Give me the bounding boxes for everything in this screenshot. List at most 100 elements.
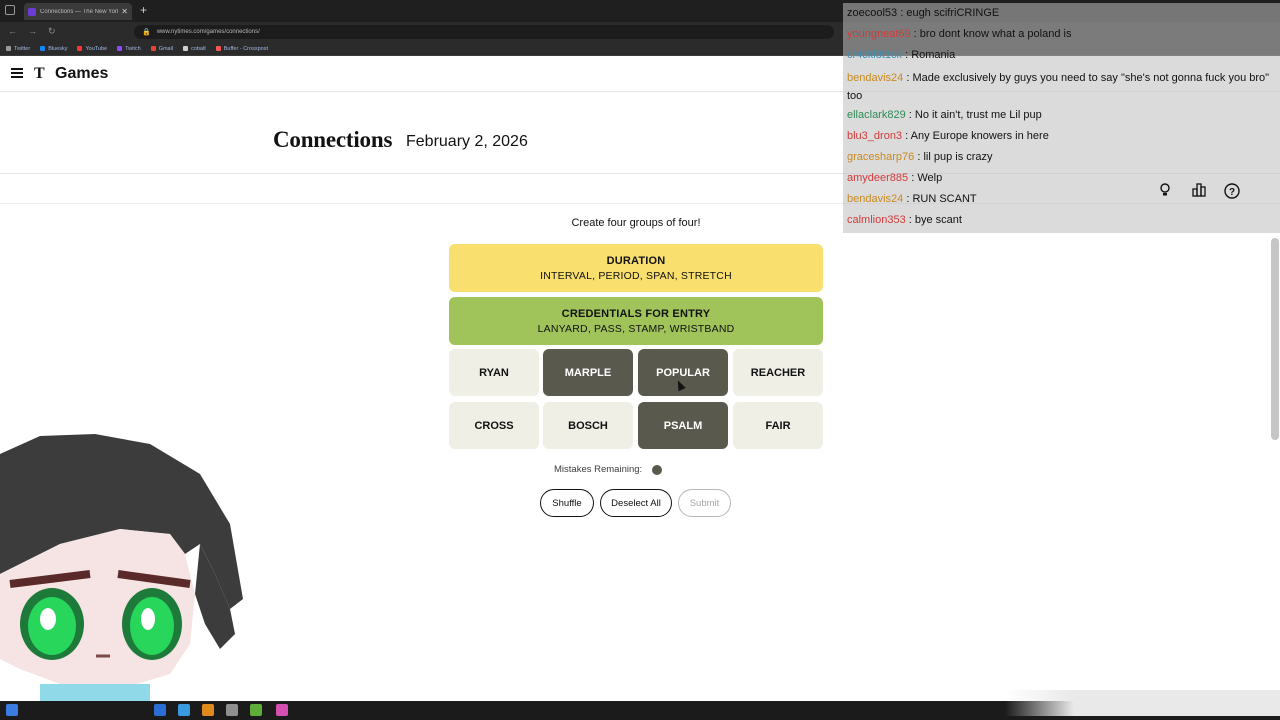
deselect-all-button[interactable]: Deselect All [600,489,672,517]
chat-username[interactable]: zoecool53 [847,7,897,19]
bookmark-favicon-icon [215,46,221,51]
bookmark-favicon-icon [77,46,83,51]
chat-separator: : [905,109,915,121]
help-icon[interactable]: ? [1224,183,1240,202]
menu-icon[interactable] [11,68,23,78]
chat-message: blu3_dron3 : Any Europe knowers in here [847,130,1049,142]
chat-text: RUN SCANT [912,193,977,205]
bookmark-favicon-icon [117,46,123,51]
chat-username[interactable]: cr4ckl3t1ck [847,49,902,61]
chat-username[interactable]: amydeer885 [847,172,908,184]
chat-username[interactable]: bendavis24 [847,193,903,205]
word-tile[interactable]: RYAN [449,349,539,396]
bookmark-label: Bluesky [48,45,68,52]
bookmark-label: cobalt [191,45,206,52]
shuffle-button[interactable]: Shuffle [540,489,594,517]
chat-separator: : [902,130,911,142]
instructions: Create four groups of four! [571,217,701,229]
chat-message: ellaclark829 : No it ain't, trust me Lil… [847,109,1042,121]
browser-tab[interactable]: Connections — The New York ✕ [24,3,132,20]
chat-username[interactable]: gracesharp76 [847,151,914,163]
system-tray [1005,690,1280,716]
bookmark-label: Gmail [158,45,174,52]
chat-separator: : [910,28,920,40]
chat-text: bye scant [914,214,962,226]
svg-text:?: ? [1229,187,1235,198]
tab-title: Connections — The New York [40,8,119,15]
bookmark-label: Buffer - Crosspost [223,45,268,52]
app-taskbar-icon[interactable] [250,704,262,716]
games-logo-text[interactable]: Games [55,65,108,83]
chat-text: Welp [917,172,943,184]
chat-username[interactable]: blu3_dron3 [847,130,902,142]
mistake-dot [652,464,663,475]
bookmark-label: YouTube [85,45,108,52]
solved-group-green: CREDENTIALS FOR ENTRY LANYARD, PASS, STA… [449,297,823,345]
solved-words: LANYARD, PASS, STAMP, WRISTBAND [537,322,735,335]
bookmark-item[interactable]: cobalt [183,46,206,52]
app-taskbar-icon[interactable] [226,704,238,716]
bookmark-favicon-icon [183,46,189,51]
word-tile[interactable]: MARPLE [543,349,633,396]
solved-group-yellow: DURATION INTERVAL, PERIOD, SPAN, STRETCH [449,244,823,292]
chat-message: zoecool53 : eugh scifriCRINGE [847,7,999,19]
lightbulb-icon[interactable] [1159,183,1171,200]
address-bar[interactable]: 🔒 www.nytimes.com/games/connections/ [134,25,834,39]
chat-text: lil pup is crazy [923,151,993,163]
bookmark-item[interactable]: Bluesky [40,46,67,52]
bookmark-favicon-icon [6,46,11,51]
page-scrollbar[interactable] [1271,238,1279,440]
puzzle-date: February 2, 2026 [406,133,528,150]
word-tile[interactable]: FAIR [733,402,823,449]
app-taskbar-icon[interactable] [178,704,190,716]
word-tile[interactable]: PSALM [638,402,728,449]
bookmark-favicon-icon [150,46,156,51]
submit-button[interactable]: Submit [678,489,731,517]
bookmark-label: Twitter [14,45,31,52]
bookmark-item[interactable]: Gmail [150,45,174,52]
mistakes-remaining: Mistakes Remaining: [554,464,663,475]
start-icon[interactable] [6,704,18,716]
chat-message: cr4ckl3t1ck : Romania [847,49,955,61]
forward-icon[interactable]: → [28,26,37,36]
reload-icon[interactable]: ↻ [48,26,56,37]
mistake-dots [642,464,663,475]
chat-username[interactable]: ellaclark829 [847,109,906,121]
sidebar-toggle-icon[interactable] [5,5,15,15]
chat-text: No it ain't, trust me Lil pup [914,109,1042,121]
lock-icon[interactable]: 🔒 [142,28,151,36]
chat-message: gracesharp76 : lil pup is crazy [847,151,993,163]
browser-taskbar-icon[interactable] [154,704,166,716]
chat-username[interactable]: bendavis24 [847,72,903,84]
mistakes-label: Mistakes Remaining: [554,464,643,475]
solved-words: INTERVAL, PERIOD, SPAN, STRETCH [540,269,732,282]
back-icon[interactable]: ← [8,26,17,36]
tab-favicon-icon [28,7,36,16]
tab-close-icon[interactable]: ✕ [121,7,128,16]
word-tile[interactable]: REACHER [733,349,823,396]
screen: Connections — The New York ✕ + ← → ↻ 🔒 w… [0,0,1280,720]
solved-category: CREDENTIALS FOR ENTRY [561,307,711,320]
chat-message: bendavis24 : RUN SCANT [847,193,977,205]
stats-icon[interactable] [1192,183,1207,200]
word-tile[interactable]: CROSS [449,402,539,449]
word-tile[interactable]: BOSCH [543,402,633,449]
chat-message: calmlion353 : bye scant [847,214,962,226]
bookmark-item[interactable]: Buffer - Crosspost [215,45,268,52]
bookmark-label: Twitch [125,45,141,52]
bookmark-item[interactable]: YouTube [77,46,107,52]
chat-separator: : [905,214,915,226]
bookmark-item[interactable]: Twitch [117,46,141,52]
chat-text: bro dont know what a poland is [919,28,1072,40]
nyt-logo-mark[interactable]: T [34,65,45,83]
vlc-taskbar-icon[interactable] [202,704,214,716]
app-taskbar-icon[interactable] [276,704,288,716]
chat-username[interactable]: youngneat69 [847,28,911,40]
new-tab-button[interactable]: + [140,3,147,17]
page-title: Connections [273,127,393,152]
chat-username[interactable]: calmlion353 [847,214,906,226]
url-text: www.nytimes.com/games/connections/ [156,29,260,35]
bookmark-item[interactable]: Twitter [6,46,30,52]
chat-text: Romania [911,49,956,61]
chat-text: eugh scifriCRINGE [906,7,1000,19]
